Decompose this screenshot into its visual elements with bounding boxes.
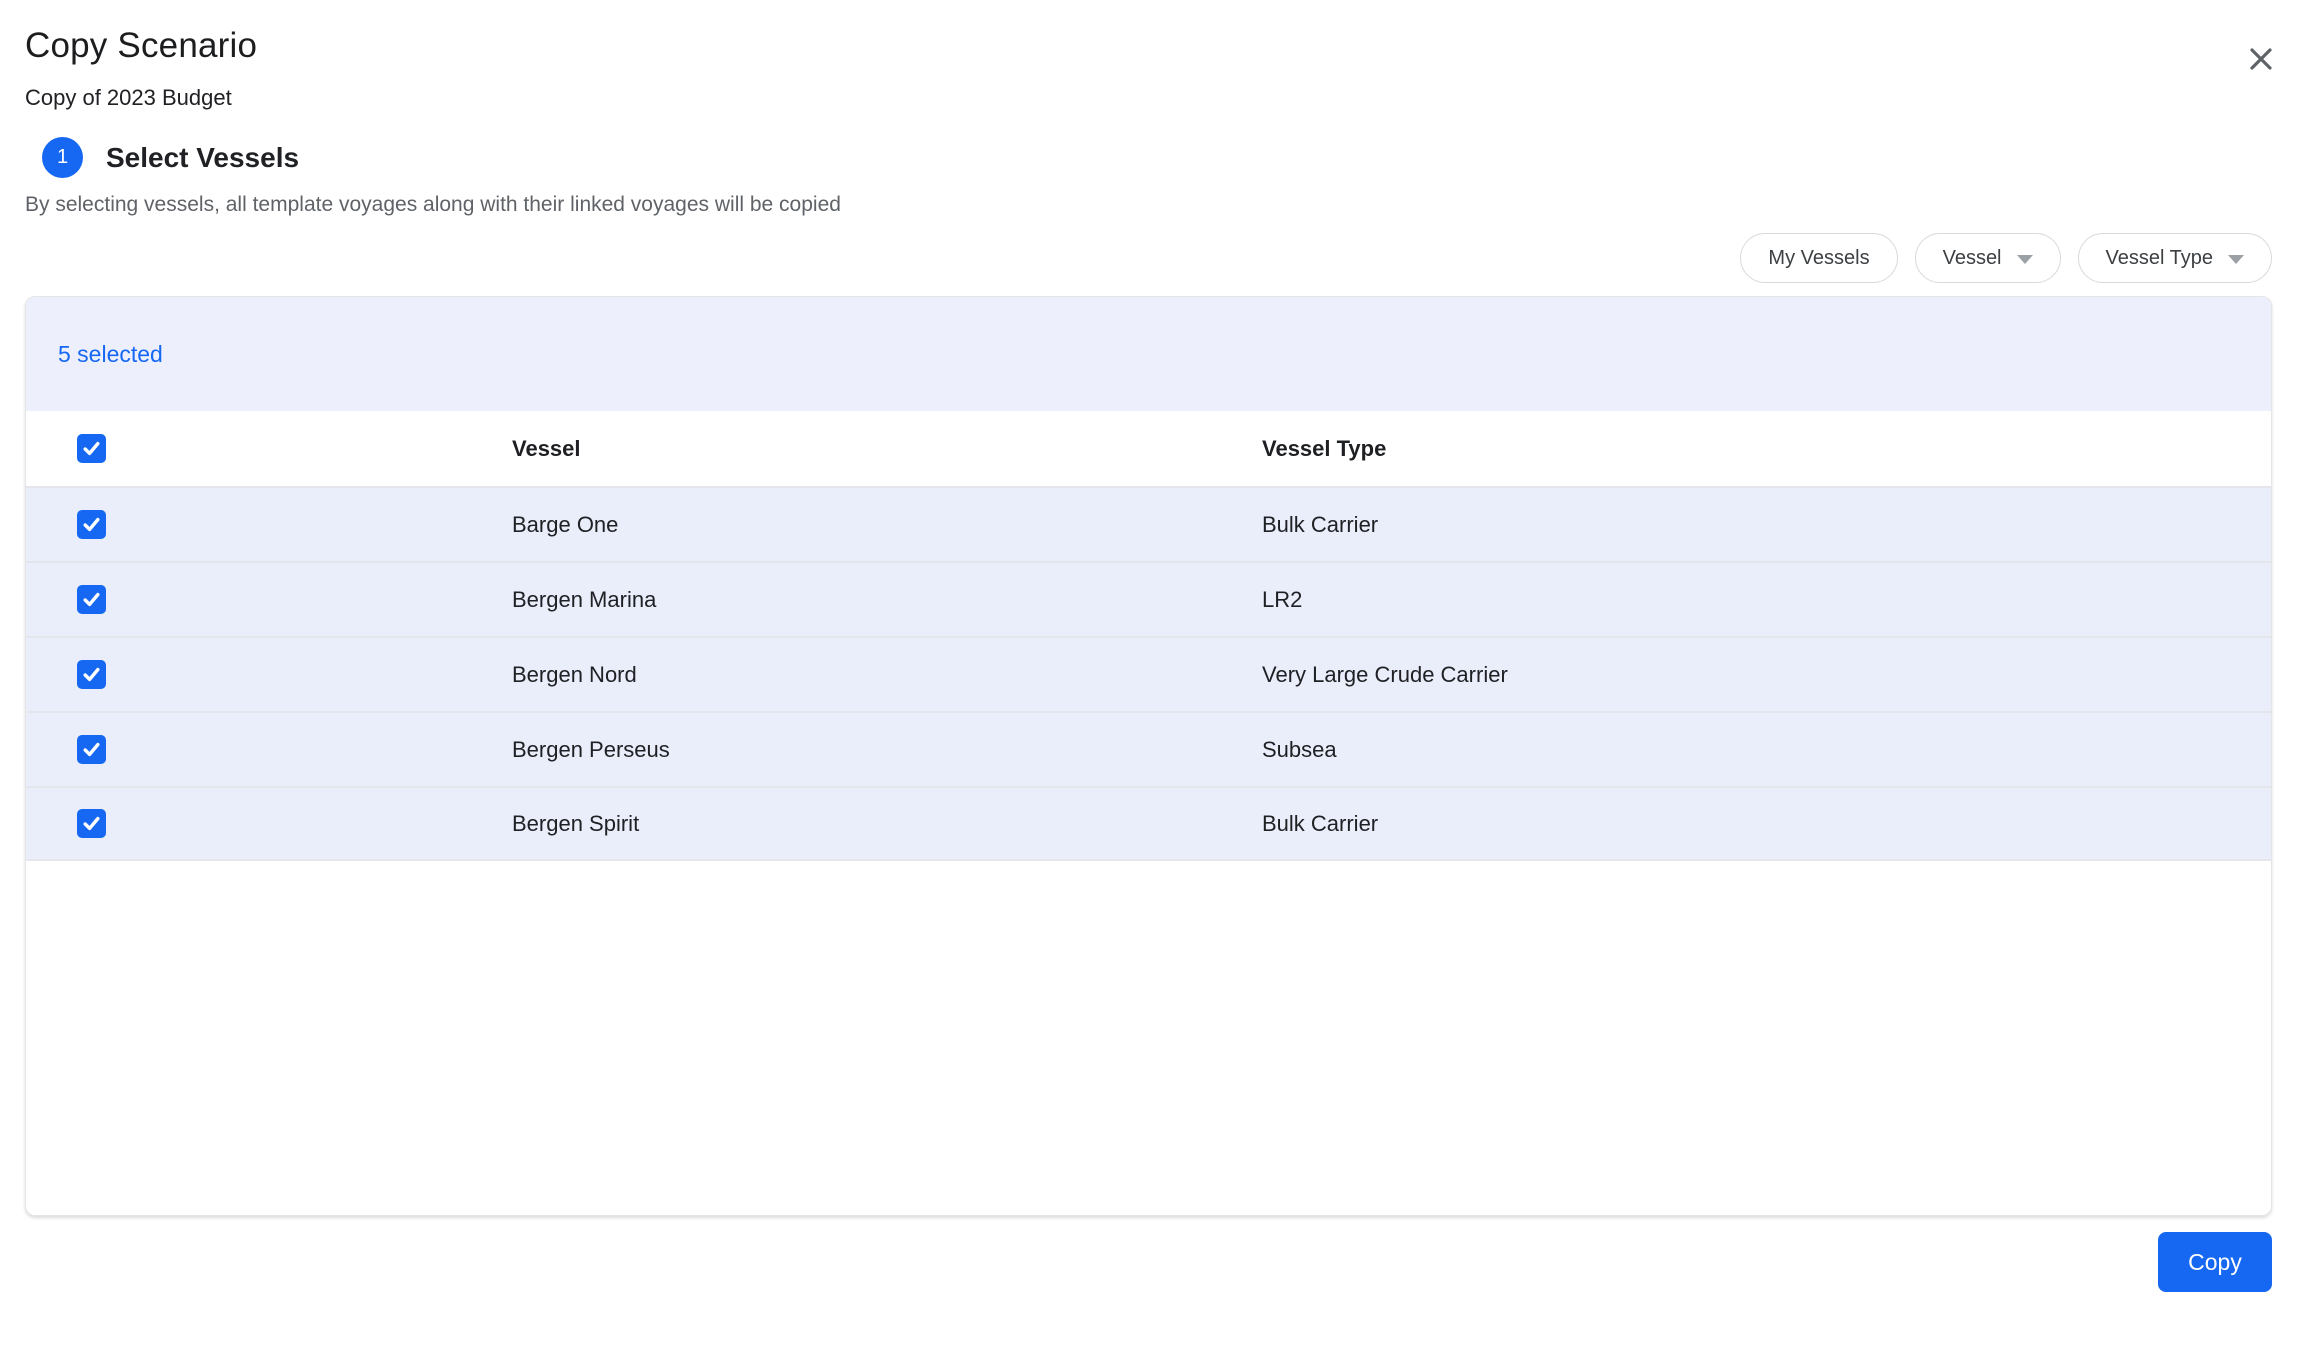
vessel-name-cell: Bergen Spirit (512, 810, 640, 836)
column-header-vessel: Vessel (512, 435, 581, 461)
dialog-subtitle: Copy of 2023 Budget (25, 85, 232, 110)
vessel-name-cell: Bergen Perseus (512, 736, 670, 762)
checkmark-icon (81, 739, 102, 760)
step-heading: Select Vessels (106, 141, 300, 173)
vessel-type-cell: Subsea (1262, 736, 1337, 762)
vessel-type-filter-label: Vessel Type (2105, 246, 2213, 269)
row-checkbox[interactable] (77, 660, 106, 689)
checkmark-icon (81, 664, 102, 685)
filters-row: My Vessels Vessel Vessel Type (25, 233, 2272, 283)
checkmark-icon (81, 514, 102, 535)
my-vessels-filter-label: My Vessels (1768, 246, 1870, 269)
vessel-filter-label: Vessel (1942, 246, 2002, 269)
close-icon (2246, 44, 2276, 74)
row-checkbox[interactable] (77, 809, 106, 838)
vessel-table-body: Barge One Bulk Carrier Bergen Marina LR2 (26, 486, 2271, 861)
vessel-name-cell: Bergen Nord (512, 661, 637, 687)
vessel-type-cell: Bulk Carrier (1262, 810, 1379, 836)
selected-count-label: 5 selected (58, 340, 163, 367)
row-checkbox[interactable] (77, 735, 106, 764)
selection-summary-bar: 5 selected (26, 297, 2271, 411)
table-row[interactable]: Bergen Nord Very Large Crude Carrier (26, 636, 2271, 711)
step-description: By selecting vessels, all template voyag… (25, 193, 841, 216)
vessel-type-cell: Bulk Carrier (1262, 511, 1379, 537)
table-row[interactable]: Barge One Bulk Carrier (26, 486, 2271, 561)
table-row[interactable]: Bergen Marina LR2 (26, 561, 2271, 636)
vessel-type-cell: Very Large Crude Carrier (1262, 661, 1508, 687)
column-header-vessel-type: Vessel Type (1262, 435, 1387, 461)
row-checkbox[interactable] (77, 585, 106, 614)
checkmark-icon (81, 589, 102, 610)
checkmark-icon (81, 438, 102, 459)
vessel-name-cell: Bergen Marina (512, 586, 657, 612)
vessel-name-cell: Barge One (512, 511, 619, 537)
table-header-row: Vessel Vessel Type (26, 411, 2271, 486)
step-number-badge: 1 (42, 137, 83, 178)
table-row[interactable]: Bergen Perseus Subsea (26, 711, 2271, 786)
vessel-type-filter-dropdown[interactable]: Vessel Type (2077, 233, 2272, 283)
checkmark-icon (81, 813, 102, 834)
chevron-down-icon (2228, 254, 2244, 264)
my-vessels-filter-button[interactable]: My Vessels (1740, 233, 1898, 283)
vessel-type-cell: LR2 (1262, 586, 1303, 612)
table-row[interactable]: Bergen Spirit Bulk Carrier (26, 786, 2271, 861)
row-checkbox[interactable] (77, 510, 106, 539)
copy-button[interactable]: Copy (2158, 1232, 2272, 1292)
select-all-checkbox[interactable] (77, 434, 106, 463)
step-header: 1 Select Vessels (42, 137, 2272, 178)
dialog-footer: Copy (25, 1232, 2272, 1292)
vessel-filter-dropdown[interactable]: Vessel (1914, 233, 2061, 283)
page-title: Copy Scenario (25, 26, 258, 65)
chevron-down-icon (2016, 254, 2033, 264)
copy-scenario-dialog: Copy Scenario Copy of 2023 Budget 1 Sele… (0, 26, 2304, 1292)
vessel-table-card: 5 selected Vessel Vessel Type Barge One … (25, 296, 2272, 1216)
close-button[interactable] (2242, 40, 2280, 78)
